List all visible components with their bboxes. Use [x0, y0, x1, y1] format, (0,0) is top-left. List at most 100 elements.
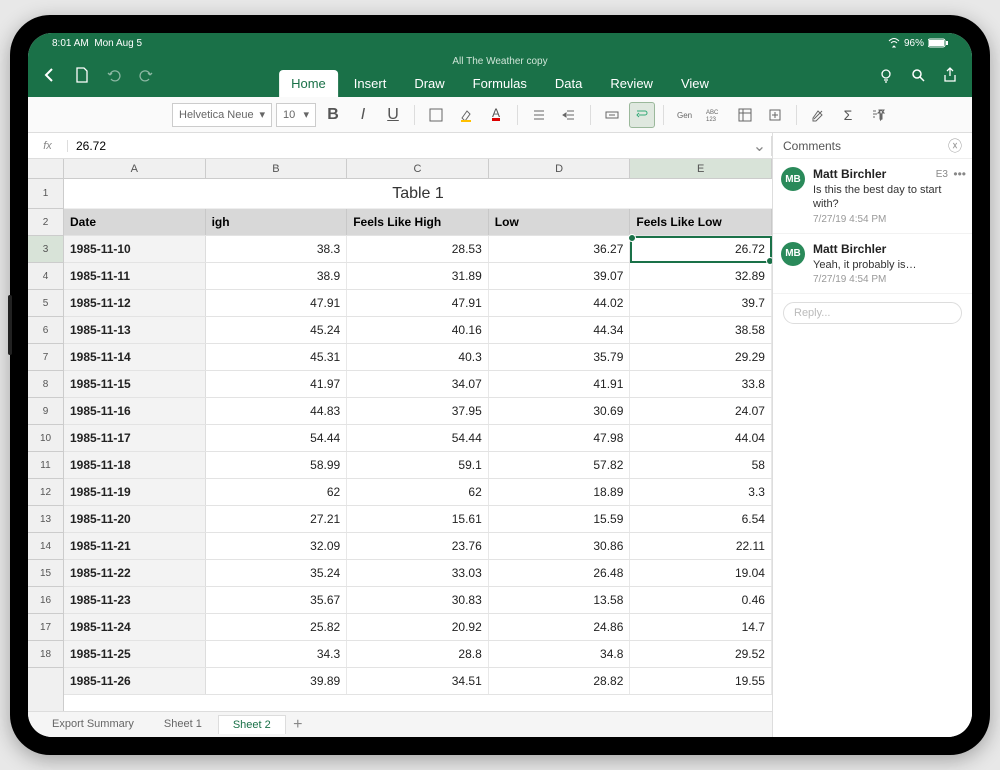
- insert-delete-button[interactable]: [762, 102, 788, 128]
- cell[interactable]: 29.52: [630, 641, 772, 667]
- share-icon[interactable]: [936, 61, 964, 89]
- cell[interactable]: 1985-11-11: [64, 263, 206, 289]
- cell[interactable]: 1985-11-26: [64, 668, 206, 694]
- row-header-18[interactable]: 18: [28, 641, 63, 668]
- cell[interactable]: 30.69: [489, 398, 631, 424]
- font-family-select[interactable]: Helvetica Neue▾: [172, 103, 272, 127]
- close-icon[interactable]: ⓧ: [948, 136, 962, 156]
- cell[interactable]: 34.8: [489, 641, 631, 667]
- cell[interactable]: 1985-11-24: [64, 614, 206, 640]
- select-all-corner[interactable]: [28, 159, 64, 178]
- cell[interactable]: 27.21: [206, 506, 348, 532]
- sheet-tab[interactable]: Sheet 1: [150, 715, 216, 734]
- row-header-9[interactable]: 9: [28, 398, 63, 425]
- row-header-3[interactable]: 3: [28, 236, 63, 263]
- cell[interactable]: 44.04: [630, 425, 772, 451]
- header-cell[interactable]: Date: [64, 209, 206, 235]
- cell[interactable]: 44.34: [489, 317, 631, 343]
- cell[interactable]: 40.3: [347, 344, 489, 370]
- cell[interactable]: 1985-11-15: [64, 371, 206, 397]
- number-format-button[interactable]: ABC123: [702, 102, 728, 128]
- align-button[interactable]: [526, 102, 552, 128]
- column-header-C[interactable]: C: [347, 159, 489, 178]
- cell[interactable]: 37.95: [347, 398, 489, 424]
- cell[interactable]: 1985-11-14: [64, 344, 206, 370]
- cell[interactable]: 1985-11-23: [64, 587, 206, 613]
- redo-icon[interactable]: [132, 61, 160, 89]
- reply-input[interactable]: Reply...: [783, 302, 962, 324]
- cell[interactable]: 15.59: [489, 506, 631, 532]
- row-header-1[interactable]: 1: [28, 179, 63, 209]
- header-cell[interactable]: igh: [206, 209, 348, 235]
- clear-button[interactable]: [805, 102, 831, 128]
- cell[interactable]: 1985-11-17: [64, 425, 206, 451]
- cell[interactable]: 57.82: [489, 452, 631, 478]
- fill-color-button[interactable]: [453, 102, 479, 128]
- cell[interactable]: 30.86: [489, 533, 631, 559]
- cell[interactable]: 26.48: [489, 560, 631, 586]
- formula-expand[interactable]: ⌄: [748, 136, 772, 156]
- cell[interactable]: 1985-11-12: [64, 290, 206, 316]
- row-header-12[interactable]: 12: [28, 479, 63, 506]
- cell[interactable]: 62: [347, 479, 489, 505]
- formula-input[interactable]: [68, 139, 748, 153]
- cell[interactable]: 32.09: [206, 533, 348, 559]
- tab-insert[interactable]: Insert: [342, 70, 399, 97]
- tab-view[interactable]: View: [669, 70, 721, 97]
- undo-icon[interactable]: [100, 61, 128, 89]
- cell[interactable]: 38.58: [630, 317, 772, 343]
- row-header-5[interactable]: 5: [28, 290, 63, 317]
- header-cell[interactable]: Feels Like Low: [630, 209, 772, 235]
- cell[interactable]: 25.82: [206, 614, 348, 640]
- cell[interactable]: 34.3: [206, 641, 348, 667]
- cell[interactable]: 38.9: [206, 263, 348, 289]
- more-icon[interactable]: •••: [953, 167, 966, 181]
- row-header-4[interactable]: 4: [28, 263, 63, 290]
- column-header-B[interactable]: B: [206, 159, 348, 178]
- cell[interactable]: 62: [206, 479, 348, 505]
- file-icon[interactable]: [68, 61, 96, 89]
- cell[interactable]: 19.55: [630, 668, 772, 694]
- cell[interactable]: 36.27: [489, 236, 631, 262]
- sheet-tab[interactable]: Sheet 2: [218, 715, 286, 734]
- row-header-6[interactable]: 6: [28, 317, 63, 344]
- row-header-7[interactable]: 7: [28, 344, 63, 371]
- column-header-E[interactable]: E: [630, 159, 772, 178]
- merge-button[interactable]: [599, 102, 625, 128]
- cell[interactable]: 1985-11-18: [64, 452, 206, 478]
- cell[interactable]: 0.46: [630, 587, 772, 613]
- general-format-button[interactable]: Gen: [672, 102, 698, 128]
- tab-review[interactable]: Review: [598, 70, 665, 97]
- header-cell[interactable]: Feels Like High: [347, 209, 489, 235]
- cell[interactable]: 44.02: [489, 290, 631, 316]
- borders-button[interactable]: [423, 102, 449, 128]
- cell[interactable]: 15.61: [347, 506, 489, 532]
- row-header-13[interactable]: 13: [28, 506, 63, 533]
- cell[interactable]: 1985-11-22: [64, 560, 206, 586]
- cell[interactable]: 30.83: [347, 587, 489, 613]
- cell[interactable]: 45.31: [206, 344, 348, 370]
- row-header-11[interactable]: 11: [28, 452, 63, 479]
- bold-button[interactable]: B: [320, 102, 346, 128]
- cell[interactable]: 22.11: [630, 533, 772, 559]
- cell[interactable]: 19.04: [630, 560, 772, 586]
- cell[interactable]: 38.3: [206, 236, 348, 262]
- search-icon[interactable]: [904, 61, 932, 89]
- tab-formulas[interactable]: Formulas: [461, 70, 539, 97]
- cell[interactable]: 1985-11-13: [64, 317, 206, 343]
- cell[interactable]: 24.86: [489, 614, 631, 640]
- row-header-8[interactable]: 8: [28, 371, 63, 398]
- cell[interactable]: 32.89: [630, 263, 772, 289]
- cell[interactable]: 35.24: [206, 560, 348, 586]
- cell[interactable]: 54.44: [347, 425, 489, 451]
- cell[interactable]: 39.89: [206, 668, 348, 694]
- header-cell[interactable]: Low: [489, 209, 631, 235]
- comment-item[interactable]: MBMatt BirchlerYeah, it probably is…7/27…: [773, 234, 972, 294]
- indent-button[interactable]: [556, 102, 582, 128]
- underline-button[interactable]: U: [380, 102, 406, 128]
- cell[interactable]: 28.8: [347, 641, 489, 667]
- cell[interactable]: 41.91: [489, 371, 631, 397]
- cell[interactable]: 1985-11-25: [64, 641, 206, 667]
- row-header-14[interactable]: 14: [28, 533, 63, 560]
- font-size-select[interactable]: 10▾: [276, 103, 316, 127]
